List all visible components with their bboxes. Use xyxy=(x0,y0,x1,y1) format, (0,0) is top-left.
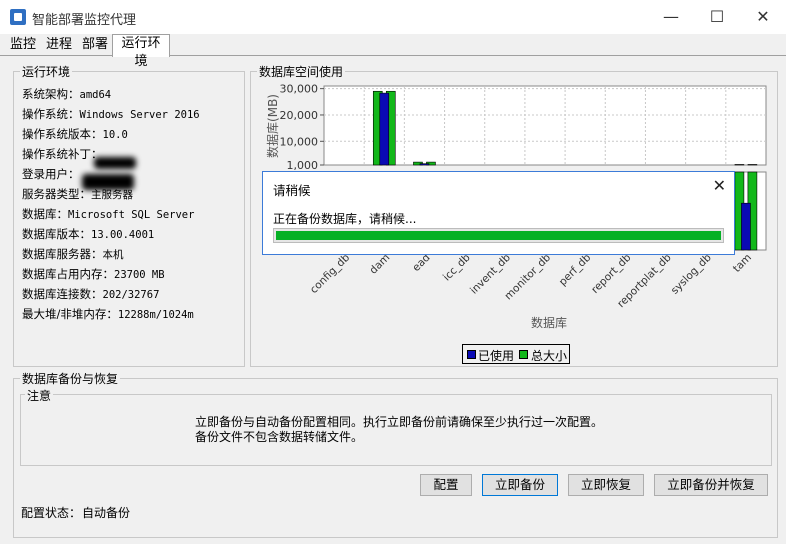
tab-monitor[interactable]: 监控 xyxy=(6,36,40,56)
env-line-value: 本机 xyxy=(102,249,124,261)
x-tick-label: icc_db xyxy=(441,251,473,283)
config-status-label: 配置状态： xyxy=(21,506,82,520)
env-line-label: 操作系统版本： xyxy=(22,127,103,141)
y-tick-label: 10,000 xyxy=(280,135,319,148)
redacted-user xyxy=(82,174,134,190)
env-line: 数据库：Microsoft SQL Server xyxy=(22,206,194,222)
note-line-2: 备份文件不包含数据转储文件。 xyxy=(195,430,364,444)
env-line: 数据库版本：13.00.4001 xyxy=(22,226,154,242)
env-line-value: amd64 xyxy=(79,89,112,101)
env-line-value: Microsoft SQL Server xyxy=(68,209,195,221)
bar-used xyxy=(379,92,390,166)
y-axis-label: 数据库(MB) xyxy=(265,94,280,158)
restore-now-button[interactable]: 立即恢复 xyxy=(568,474,644,496)
env-line-label: 数据库占用内存： xyxy=(22,267,114,281)
env-line: 操作系统补丁： xyxy=(22,146,103,162)
env-line-label: 系统架构： xyxy=(22,87,80,101)
tab-deploy[interactable]: 部署 xyxy=(78,36,112,56)
env-line-value: 13.00.4001 xyxy=(91,229,155,241)
dialog-title: 请稍候 xyxy=(273,183,311,198)
x-tick-label: perf_db xyxy=(557,251,594,288)
runtime-env-legend: 运行环境 xyxy=(20,63,73,80)
env-line-value: Windows Server 2016 xyxy=(79,109,200,121)
env-line-label: 登录用户： xyxy=(22,167,80,181)
env-line-value: 12288m/1024m xyxy=(117,309,194,321)
maximize-button[interactable]: ☐ xyxy=(694,0,740,34)
env-line-label: 最大堆/非堆内存： xyxy=(22,307,118,321)
env-line: 系统架构：amd64 xyxy=(22,86,111,102)
bar-total xyxy=(747,164,758,166)
close-button[interactable]: ✕ xyxy=(740,0,786,34)
env-line: 操作系统：Windows Server 2016 xyxy=(22,106,200,122)
env-line: 操作系统版本：10.0 xyxy=(22,126,128,142)
env-line: 登录用户： xyxy=(22,166,80,182)
env-line-value: 23700 MB xyxy=(114,269,165,281)
env-line: 数据库连接数：202/32767 xyxy=(22,286,159,302)
env-line-label: 数据库服务器： xyxy=(22,247,103,261)
title-bar: 智能部署监控代理 — ☐ ✕ xyxy=(0,0,786,34)
progress-fill xyxy=(276,231,721,240)
env-line-label: 数据库： xyxy=(22,207,68,221)
env-line: 最大堆/非堆内存：12288m/1024m xyxy=(22,306,194,322)
chart-legend: 已使用 总大小 xyxy=(462,344,570,364)
wait-dialog: 请稍候 ✕ 正在备份数据库，请稍候... xyxy=(262,171,735,255)
y-tick-label: 30,000 xyxy=(280,83,319,96)
legend-used-label: 已使用 xyxy=(478,349,515,363)
legend-total-label: 总大小 xyxy=(531,349,568,363)
env-line-value: 10.0 xyxy=(102,129,128,141)
dialog-close-icon[interactable]: ✕ xyxy=(713,176,726,195)
runtime-env-group: 运行环境 系统架构：amd64 操作系统：Windows Server 2016 操… xyxy=(13,63,245,367)
app-icon xyxy=(10,9,26,25)
window-title: 智能部署监控代理 xyxy=(32,13,137,28)
backup-progress-bar xyxy=(273,228,724,243)
backup-restore-button[interactable]: 立即备份并恢复 xyxy=(654,474,768,496)
note-legend: 注意 xyxy=(25,387,54,404)
note-box: 注意 立即备份与自动备份配置相同。执行立即备份前请确保至少执行过一次配置。 备份… xyxy=(20,387,772,466)
env-line-label: 服务器类型： xyxy=(22,187,91,201)
x-tick-label: tam xyxy=(731,252,754,275)
tab-process[interactable]: 进程 xyxy=(42,36,76,56)
legend-total-swatch xyxy=(519,350,528,359)
env-line-label: 数据库连接数： xyxy=(22,287,103,301)
x-tick-label: config_db xyxy=(308,251,353,296)
bar-used xyxy=(419,163,430,166)
config-status-value: 自动备份 xyxy=(82,506,131,520)
backup-restore-legend: 数据库备份与恢复 xyxy=(20,370,121,387)
legend-used-swatch xyxy=(467,350,476,359)
env-line: 数据库服务器：本机 xyxy=(22,246,124,262)
x-tick-label: syslog_db xyxy=(669,251,714,296)
tab-strip: 监控 进程 部署 运行环境 xyxy=(0,34,786,69)
bar-total xyxy=(734,164,745,166)
env-line: 数据库占用内存：23700 MB xyxy=(22,266,165,282)
env-line-label: 操作系统补丁： xyxy=(22,147,103,161)
env-line-value: 主服务器 xyxy=(91,189,133,201)
y-tick-label: 20,000 xyxy=(280,109,319,122)
minimize-button[interactable]: — xyxy=(648,0,694,34)
redacted-patch xyxy=(94,157,136,169)
x-axis-label: 数据库 xyxy=(531,315,567,330)
x-tick-label: dam xyxy=(367,252,392,277)
config-button[interactable]: 配置 xyxy=(420,474,472,496)
env-line-label: 数据库版本： xyxy=(22,227,91,241)
tab-runtime-env[interactable]: 运行环境 xyxy=(112,34,170,69)
env-line-label: 操作系统： xyxy=(22,107,80,121)
backup-now-button[interactable]: 立即备份 xyxy=(482,474,558,496)
env-line-value: 202/32767 xyxy=(102,289,160,301)
dialog-message: 正在备份数据库，请稍候... xyxy=(273,212,417,226)
bar-used xyxy=(741,202,751,251)
